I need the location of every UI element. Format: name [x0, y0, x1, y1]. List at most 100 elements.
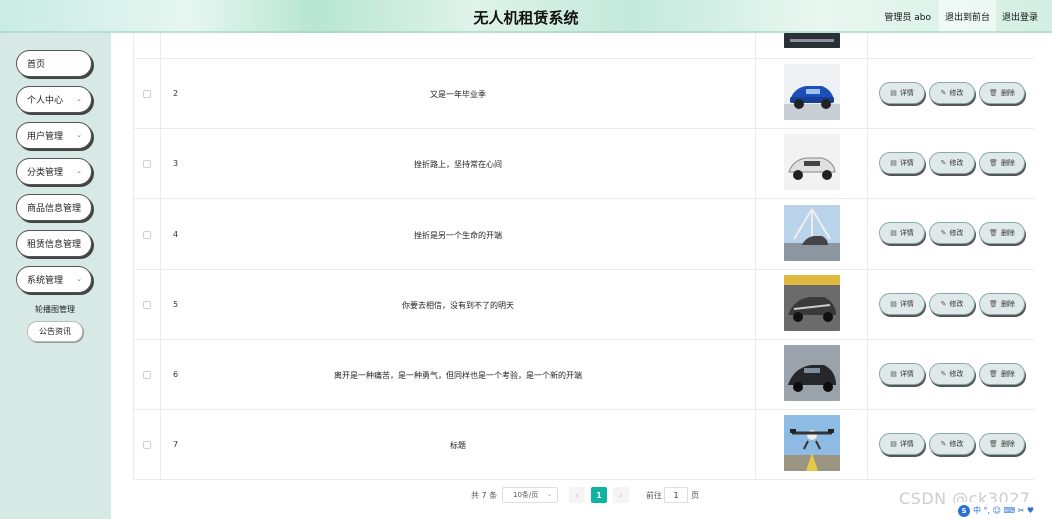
- sidebar-item-label: 个人中心: [27, 96, 64, 106]
- pagination: 共 7 条 10条/页 ⌄ ‹ 1 › 前往 页: [0, 487, 1052, 503]
- page-number-current[interactable]: 1: [591, 487, 607, 503]
- pencil-icon: ✎: [940, 300, 947, 308]
- row-title: 你要去相信，没有到不了的明天: [402, 301, 514, 310]
- total-count: 共 7 条: [471, 491, 498, 500]
- goto-page-input[interactable]: [664, 487, 688, 503]
- ime-logo-icon: S: [958, 504, 970, 517]
- detail-button[interactable]: ▤ 详情: [879, 293, 925, 315]
- row-thumbnail: [784, 275, 840, 331]
- detail-button[interactable]: ▤ 详情: [879, 363, 925, 385]
- delete-button[interactable]: 🗑 删除: [979, 433, 1025, 455]
- row-checkbox[interactable]: [143, 231, 151, 239]
- delete-button[interactable]: 🗑 删除: [979, 363, 1025, 385]
- pencil-icon: ✎: [940, 370, 947, 378]
- ime-toolbar[interactable]: S 中 °, ☺ ⌨ ✂ ♥: [955, 502, 1052, 519]
- goto-label: 前往: [646, 491, 662, 500]
- table-row: 4 挫折是另一个生命的开端 ▤ 详情 ✎ 修改 🗑 删除: [133, 199, 1034, 270]
- table-row: [133, 33, 1034, 59]
- table-row: 3 挫折路上，坚持常在心间 ▤ 详情 ✎ 修改 🗑 删除: [133, 129, 1034, 199]
- sidebar-item-home[interactable]: 首页: [16, 50, 92, 77]
- sidebar-item-product-management[interactable]: 商品信息管理: [16, 194, 92, 221]
- chevron-down-icon: ⌄: [546, 491, 552, 498]
- trash-icon: 🗑: [989, 159, 998, 167]
- detail-button[interactable]: ▤ 详情: [879, 82, 925, 104]
- row-title: 又是一年毕业季: [430, 90, 486, 99]
- edit-button[interactable]: ✎ 修改: [929, 293, 975, 315]
- page-size-select[interactable]: 10条/页 ⌄: [502, 487, 558, 503]
- trash-icon: 🗑: [989, 229, 998, 237]
- pencil-icon: ✎: [940, 229, 947, 237]
- row-thumbnail: [784, 345, 840, 401]
- chevron-down-icon: ⌄: [76, 167, 82, 175]
- sidebar-item-system-management[interactable]: 系统管理 ⌄: [16, 266, 92, 293]
- row-thumbnail: [784, 205, 840, 261]
- edit-button[interactable]: ✎ 修改: [929, 433, 975, 455]
- sidebar-item-label: 租赁信息管理: [27, 240, 82, 250]
- prev-page-button[interactable]: ‹: [569, 487, 585, 503]
- sidebar-item-label: 首页: [27, 60, 46, 70]
- trash-icon: 🗑: [989, 370, 998, 378]
- next-page-button[interactable]: ›: [613, 487, 629, 503]
- row-thumbnail: [784, 33, 840, 48]
- sidebar-item-category-management[interactable]: 分类管理 ⌄: [16, 158, 92, 185]
- row-title: 挫折是另一个生命的开端: [414, 231, 502, 240]
- user-area: 管理员 abo 退出到前台 退出登录: [876, 0, 1044, 33]
- detail-button[interactable]: ▤ 详情: [879, 152, 925, 174]
- row-checkbox[interactable]: [143, 371, 151, 379]
- sidebar: 首页 个人中心 ⌄ 用户管理 ⌄ 分类管理 ⌄ 商品信息管理 租赁信息管理 系统…: [0, 33, 111, 519]
- trash-icon: 🗑: [989, 89, 998, 97]
- detail-button[interactable]: ▤ 详情: [879, 433, 925, 455]
- document-icon: ▤: [890, 300, 897, 308]
- document-icon: ▤: [890, 229, 897, 237]
- delete-button[interactable]: 🗑 删除: [979, 152, 1025, 174]
- sidebar-item-personal-center[interactable]: 个人中心 ⌄: [16, 86, 92, 113]
- submenu-item-carousel[interactable]: 轮播图管理: [25, 300, 85, 318]
- table-row: 6 离开是一种痛苦，是一种勇气，但同样也是一个考验，是一个新的开端 ▤ 详情 ✎ 修…: [133, 340, 1034, 410]
- chevron-left-icon: ‹: [575, 490, 579, 500]
- pencil-icon: ✎: [940, 89, 947, 97]
- row-thumbnail: [784, 134, 840, 190]
- sidebar-item-label: 商品信息管理: [27, 204, 82, 214]
- row-title: 标题: [450, 441, 466, 450]
- back-to-front-link[interactable]: 退出到前台: [938, 0, 996, 33]
- row-thumbnail: [784, 64, 840, 120]
- page-suffix: 页: [691, 491, 699, 500]
- detail-button[interactable]: ▤ 详情: [879, 222, 925, 244]
- pencil-icon: ✎: [940, 440, 947, 448]
- delete-button[interactable]: 🗑 删除: [979, 293, 1025, 315]
- row-checkbox[interactable]: [143, 160, 151, 168]
- delete-button[interactable]: 🗑 删除: [979, 82, 1025, 104]
- logout-link[interactable]: 退出登录: [996, 0, 1044, 33]
- edit-button[interactable]: ✎ 修改: [929, 152, 975, 174]
- sidebar-item-user-management[interactable]: 用户管理 ⌄: [16, 122, 92, 149]
- current-user: 管理员 abo: [884, 13, 931, 23]
- sidebar-item-rental-management[interactable]: 租赁信息管理: [16, 230, 92, 257]
- chevron-right-icon: ›: [619, 490, 623, 500]
- trash-icon: 🗑: [989, 300, 998, 308]
- sidebar-item-label: 系统管理: [27, 276, 64, 286]
- edit-button[interactable]: ✎ 修改: [929, 82, 975, 104]
- pencil-icon: ✎: [940, 159, 947, 167]
- submenu-item-announcements[interactable]: 公告资讯: [27, 321, 83, 342]
- row-checkbox[interactable]: [143, 90, 151, 98]
- table-row: 7 标题 ▤ 详情 ✎ 修改 🗑 删除: [133, 410, 1034, 480]
- row-checkbox[interactable]: [143, 301, 151, 309]
- row-title: 离开是一种痛苦，是一种勇气，但同样也是一个考验，是一个新的开端: [334, 371, 582, 380]
- edit-button[interactable]: ✎ 修改: [929, 222, 975, 244]
- document-icon: ▤: [890, 159, 897, 167]
- row-checkbox[interactable]: [143, 441, 151, 449]
- table-row: 5 你要去相信，没有到不了的明天 ▤ 详情 ✎ 修改 🗑 删除: [133, 270, 1034, 340]
- sidebar-item-label: 分类管理: [27, 168, 64, 178]
- document-icon: ▤: [890, 440, 897, 448]
- data-table: 2 又是一年毕业季 ▤ 详情 ✎ 修改 🗑 删除 3 挫折路上，坚持常在心间 ▤ 详情 …: [133, 33, 1034, 480]
- delete-button[interactable]: 🗑 删除: [979, 222, 1025, 244]
- trash-icon: 🗑: [989, 440, 998, 448]
- top-header: 无人机租赁系统 管理员 abo 退出到前台 退出登录: [0, 0, 1052, 33]
- document-icon: ▤: [890, 89, 897, 97]
- ime-status: 中 °, ☺ ⌨ ✂ ♥: [973, 506, 1035, 515]
- edit-button[interactable]: ✎ 修改: [929, 363, 975, 385]
- chevron-up-icon: ⌄: [76, 275, 82, 283]
- row-thumbnail: [784, 415, 840, 471]
- table-row: 2 又是一年毕业季 ▤ 详情 ✎ 修改 🗑 删除: [133, 59, 1034, 129]
- document-icon: ▤: [890, 370, 897, 378]
